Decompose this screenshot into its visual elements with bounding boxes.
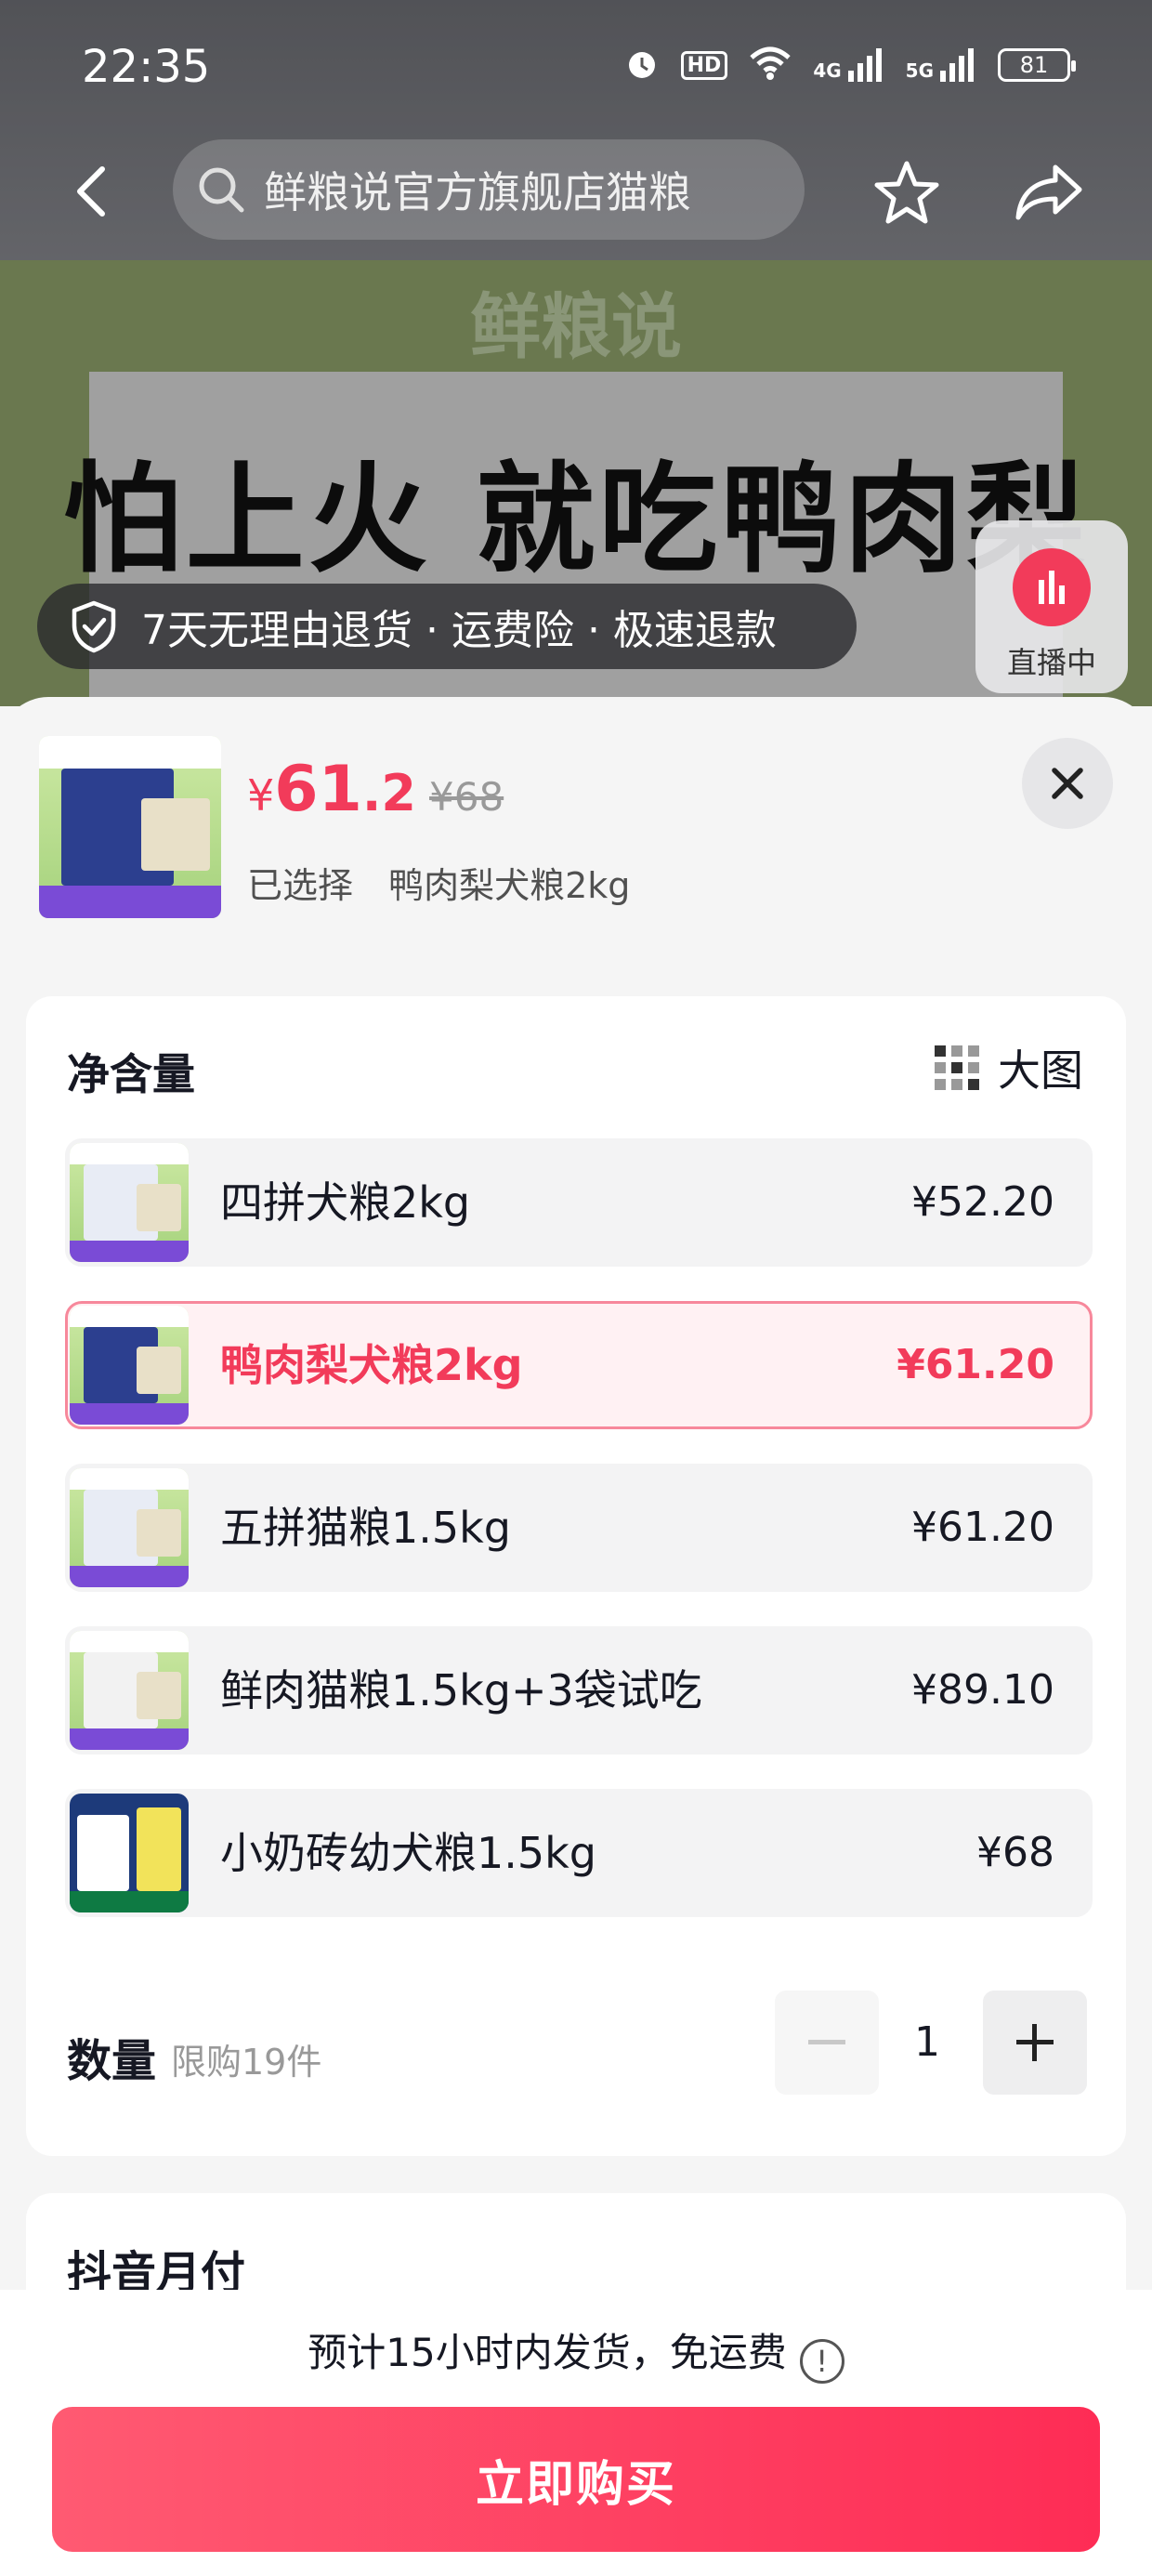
back-button[interactable] [65,162,124,221]
spec-option-1[interactable]: 四拼犬粮2kg ¥52.20 [65,1138,1093,1267]
option-name: 五拼猫粮1.5kg [220,1503,511,1553]
share-button[interactable] [1013,158,1087,229]
search-query-text: 鲜粮说官方旗舰店猫粮 [264,167,691,217]
buy-now-button[interactable]: 立即购买 [52,2407,1100,2552]
minus-icon [808,2040,845,2044]
option-name: 鸭肉梨犬粮2kg [220,1340,523,1390]
shipping-text: 预计15小时内发货，免运费 [308,2330,787,2375]
signal-5g-icon: 5G [906,48,977,82]
live-label: 直播中 [1006,645,1096,680]
star-icon [874,161,939,224]
alarm-icon [623,45,661,85]
quantity-stepper-value[interactable]: 1 [890,1991,964,2095]
signal-4g-icon: 4G [813,48,884,82]
option-thumbnail [70,1631,189,1750]
live-stream-badge[interactable]: 直播中 [975,520,1128,693]
plus-icon [1016,2024,1054,2061]
selected-label: 已选择 [247,865,354,906]
signal-4g-label: 4G [813,59,842,82]
option-price: ¥61.20 [897,1341,1054,1388]
search-bar[interactable]: 鲜粮说官方旗舰店猫粮 [173,139,805,240]
top-nav-bar: 鲜粮说官方旗舰店猫粮 [0,139,1152,242]
option-thumbnail [70,1306,189,1425]
status-icons: HD 4G 5G 81 [623,45,1076,85]
info-icon[interactable]: ! [799,2339,844,2384]
wifi-icon [748,45,792,85]
status-time: 22:35 [82,41,211,93]
buy-now-label: 立即购买 [475,2456,676,2513]
big-image-toggle[interactable]: 大图 [935,1037,1083,1098]
quantity-limit: 限购19件 [171,2042,322,2083]
selected-sku-value: 鸭肉梨犬粮2kg [388,865,631,906]
option-name: 鲜肉猫粮1.5kg+3袋试吃 [220,1665,702,1715]
option-thumbnail [70,1143,189,1262]
spec-option-4[interactable]: 鲜肉猫粮1.5kg+3袋试吃 ¥89.10 [65,1626,1093,1755]
current-price: ¥ 61 .2 ¥68 [247,753,504,826]
price-integer: 61 [274,753,362,826]
live-bars-icon [1039,571,1065,604]
big-image-label: 大图 [998,1045,1083,1096]
share-arrow-icon [1015,164,1082,220]
option-thumbnail [70,1794,189,1912]
service-guarantee-pill[interactable]: 7天无理由退货 · 运费险 · 极速退款 [37,584,857,669]
close-icon [1052,768,1083,799]
selected-product-thumbnail[interactable] [39,736,221,918]
price-decimal: .2 [361,764,417,822]
selected-sku-line: 已选择 鸭肉梨犬粮2kg [247,857,630,908]
original-price: ¥68 [429,774,504,820]
grid-icon [935,1045,979,1090]
search-icon [199,167,244,213]
live-icon [1013,548,1091,626]
option-price: ¥68 [976,1829,1054,1876]
option-price: ¥61.20 [911,1504,1054,1551]
spec-option-2[interactable]: 鸭肉梨犬粮2kg ¥61.20 [65,1301,1093,1429]
option-name: 小奶砖幼犬粮1.5kg [220,1828,596,1878]
price-symbol: ¥ [247,770,275,821]
spec-options-card: 净含量 大图 四拼犬粮2kg ¥52.20 鸭肉梨犬粮2kg ¥61.20 五拼… [26,996,1126,2156]
option-thumbnail [70,1468,189,1587]
option-price: ¥89.10 [911,1666,1054,1714]
quantity-increase-button[interactable] [983,1991,1087,2095]
close-button[interactable] [1022,738,1113,829]
guarantee-text: 7天无理由退货 · 运费险 · 极速退款 [141,607,777,654]
shield-check-icon [72,600,116,653]
hd-icon: HD [680,50,728,80]
spec-option-3[interactable]: 五拼猫粮1.5kg ¥61.20 [65,1464,1093,1592]
favorite-button[interactable] [871,158,942,229]
shipping-info: 预计15小时内发货，免运费! [0,2321,1152,2384]
option-name: 四拼犬粮2kg [220,1177,471,1228]
signal-5g-label: 5G [905,59,934,82]
battery-icon: 81 [998,48,1076,82]
sheet-header: ¥ 61 .2 ¥68 已选择 鸭肉梨犬粮2kg [0,697,1152,996]
spec-title: 净含量 [67,1049,195,1099]
option-price: ¥52.20 [911,1178,1054,1226]
quantity-title: 数量 [67,2035,157,2087]
spec-option-5[interactable]: 小奶砖幼犬粮1.5kg ¥68 [65,1789,1093,1917]
back-arrow-icon [77,166,105,217]
quantity-decrease-button[interactable] [775,1991,879,2095]
purchase-footer: 预计15小时内发货，免运费! 立即购买 [0,2290,1152,2576]
status-bar: 22:35 HD 4G 5G 81 [0,0,1152,139]
